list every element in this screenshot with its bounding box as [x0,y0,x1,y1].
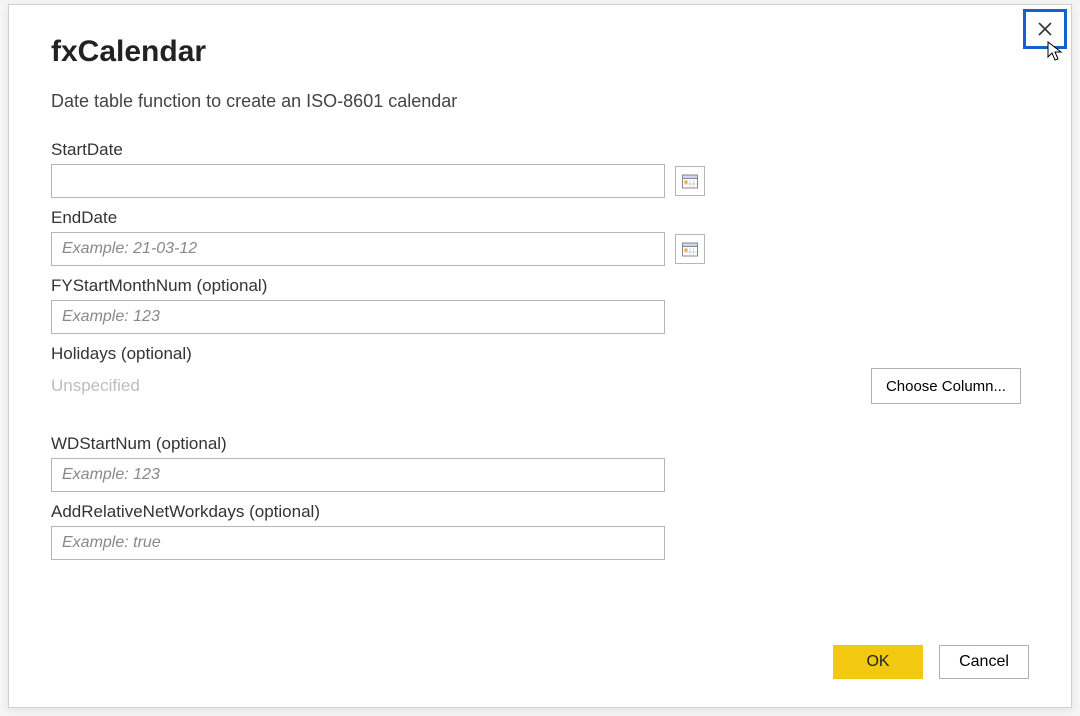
close-icon [1036,20,1054,38]
add-relative-net-workdays-label: AddRelativeNetWorkdays (optional) [51,502,1029,522]
start-date-picker-button[interactable] [675,166,705,196]
field-start-date: StartDate [51,140,1029,198]
add-relative-net-workdays-input[interactable] [51,526,665,560]
field-end-date: EndDate [51,208,1029,266]
wd-start-num-label: WDStartNum (optional) [51,434,1029,454]
holidays-status: Unspecified [51,376,140,396]
choose-column-button[interactable]: Choose Column... [871,368,1021,404]
function-parameters-dialog: fxCalendar Date table function to create… [8,4,1072,708]
fy-start-month-num-label: FYStartMonthNum (optional) [51,276,1029,296]
wd-start-num-input[interactable] [51,458,665,492]
fy-start-month-num-input[interactable] [51,300,665,334]
ok-button[interactable]: OK [833,645,923,679]
end-date-input[interactable] [51,232,665,266]
end-date-picker-button[interactable] [675,234,705,264]
holidays-label: Holidays (optional) [51,344,1029,364]
dialog-subtitle: Date table function to create an ISO-860… [51,91,1029,112]
close-button[interactable] [1023,9,1067,49]
field-add-relative-net-workdays: AddRelativeNetWorkdays (optional) [51,502,1029,560]
calendar-icon [681,172,699,190]
start-date-input[interactable] [51,164,665,198]
end-date-label: EndDate [51,208,1029,228]
start-date-label: StartDate [51,140,1029,160]
dialog-footer: OK Cancel [833,645,1029,679]
dialog-title: fxCalendar [51,35,1029,69]
field-holidays: Holidays (optional) [51,344,1029,364]
field-fy-start-month-num: FYStartMonthNum (optional) [51,276,1029,334]
calendar-icon [681,240,699,258]
cancel-button[interactable]: Cancel [939,645,1029,679]
field-wd-start-num: WDStartNum (optional) [51,434,1029,492]
